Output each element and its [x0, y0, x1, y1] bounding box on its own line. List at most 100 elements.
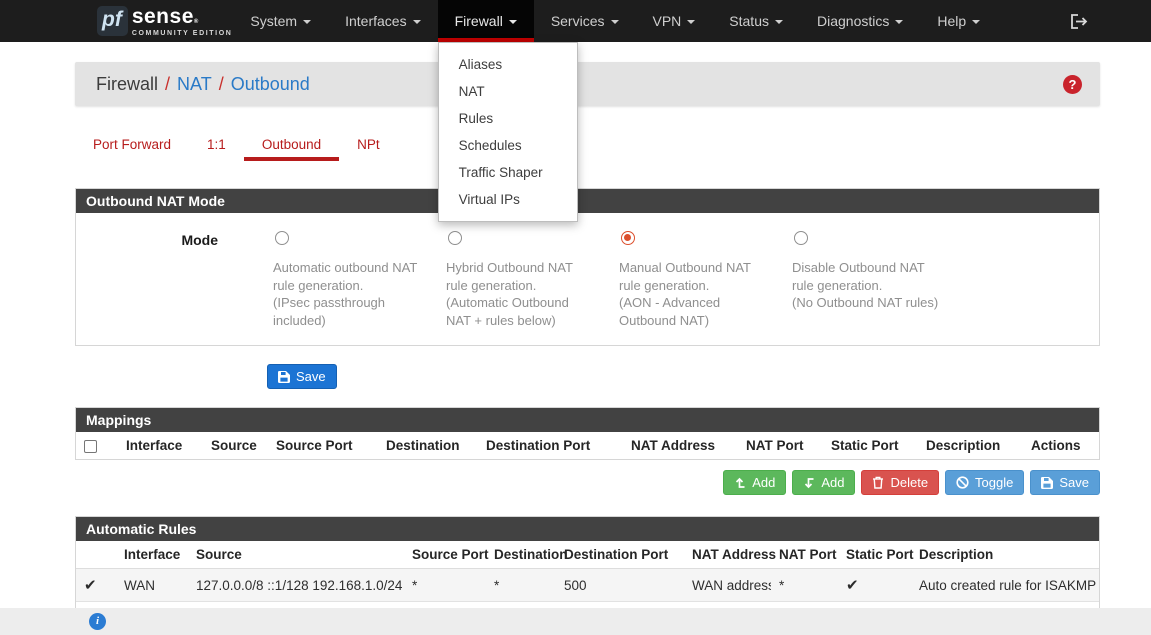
radio-disable[interactable] [794, 231, 808, 245]
col-source-port: Source Port [404, 541, 486, 569]
col-interface: Interface [118, 432, 203, 459]
info-icon[interactable]: i [89, 613, 106, 630]
ban-icon [956, 476, 969, 489]
floppy-icon [278, 371, 290, 383]
option-note: (No Outbound NAT rules) [792, 294, 941, 312]
cell-source-port: * [404, 569, 486, 602]
col-nat-address: NAT Address [684, 541, 771, 569]
chevron-down-icon [972, 20, 980, 24]
breadcrumb-outbound-link[interactable]: Outbound [231, 74, 310, 95]
nav-item-interfaces[interactable]: Interfaces [328, 0, 437, 42]
radio-manual-selected[interactable] [621, 231, 635, 245]
breadcrumb: Firewall / NAT / Outbound ? [75, 62, 1100, 106]
pfsense-logo[interactable]: pf sense® COMMUNITY EDITION [97, 0, 232, 42]
menu-item-traffic-shaper[interactable]: Traffic Shaper [439, 159, 577, 186]
nat-mode-option-disable: Disable Outbound NAT rule generation. (N… [780, 231, 953, 329]
mode-options: Automatic outbound NAT rule generation. … [261, 231, 953, 329]
nav-item-help[interactable]: Help [920, 0, 997, 42]
col-description: Description [911, 541, 1099, 569]
rule-enabled-check-icon: ✔ [84, 576, 97, 594]
nav-item-status[interactable]: Status [712, 0, 800, 42]
col-destination: Destination [486, 541, 556, 569]
mappings-panel: Mappings Interface Source Source Port De… [75, 407, 1100, 460]
static-port-check-icon: ✔ [846, 576, 859, 594]
menu-item-virtual-ips[interactable]: Virtual IPs [439, 186, 577, 213]
nav-item-diagnostics[interactable]: Diagnostics [800, 0, 920, 42]
add-rule-bottom-button[interactable]: Add [792, 470, 855, 495]
breadcrumb-firewall: Firewall [96, 74, 158, 95]
outbound-nat-mode-panel: Outbound NAT Mode Mode Automatic outboun… [75, 188, 1100, 346]
panel-title: Outbound NAT Mode [76, 189, 1099, 213]
select-all-checkbox[interactable] [84, 440, 97, 453]
col-actions: Actions [1023, 432, 1099, 459]
radio-automatic[interactable] [275, 231, 289, 245]
col-nat-port: NAT Port [738, 432, 823, 459]
chevron-down-icon [509, 20, 517, 24]
col-interface: Interface [116, 541, 188, 569]
option-note: (AON - Advanced Outbound NAT) [619, 294, 768, 329]
nav-item-firewall[interactable]: Firewall Aliases NAT Rules Schedules Tra… [438, 0, 534, 42]
breadcrumb-separator: / [165, 74, 170, 95]
tab-outbound[interactable]: Outbound [244, 130, 339, 161]
add-rule-top-button[interactable]: Add [723, 470, 786, 495]
arrow-level-up-icon [734, 477, 746, 489]
pfsense-logo-pf: pf [97, 6, 128, 36]
chevron-down-icon [895, 20, 903, 24]
firewall-dropdown-menu: Aliases NAT Rules Schedules Traffic Shap… [438, 42, 578, 222]
save-mappings-button[interactable]: Save [1030, 470, 1100, 495]
cell-source: 127.0.0.0/8 ::1/128 192.168.1.0/24 [188, 569, 404, 602]
cell-nat-address: WAN address [684, 569, 771, 602]
option-title: Disable Outbound NAT rule generation. [792, 259, 941, 294]
footer-bar: i [0, 608, 1151, 635]
nat-mode-option-automatic: Automatic outbound NAT rule generation. … [261, 231, 434, 329]
chevron-down-icon [303, 20, 311, 24]
cell-description: Auto created rule for ISAKMP [911, 569, 1099, 602]
nat-mode-option-hybrid: Hybrid Outbound NAT rule generation. (Au… [434, 231, 607, 329]
logout-icon[interactable] [1057, 0, 1100, 42]
col-nat-address: NAT Address [623, 432, 738, 459]
breadcrumb-nat-link[interactable]: NAT [177, 74, 212, 95]
nav-item-system[interactable]: System [233, 0, 328, 42]
nat-tabs: Port Forward 1:1 Outbound NPt [75, 130, 1100, 161]
cell-destination-port: 500 [556, 569, 684, 602]
pfsense-logo-sense: sense [132, 5, 194, 28]
arrow-level-down-icon [803, 477, 815, 489]
save-button[interactable]: Save [267, 364, 337, 389]
col-source: Source [188, 541, 404, 569]
tab-npt[interactable]: NPt [339, 130, 398, 161]
mappings-actions: Add Add Delete Toggle Save [75, 470, 1100, 495]
registered-mark: ® [194, 19, 199, 25]
breadcrumb-separator: / [219, 74, 224, 95]
option-title: Manual Outbound NAT rule generation. [619, 259, 768, 294]
cell-destination: * [486, 569, 556, 602]
radio-hybrid[interactable] [448, 231, 462, 245]
tab-port-forward[interactable]: Port Forward [75, 130, 189, 161]
nav-item-services[interactable]: Services [534, 0, 636, 42]
mappings-header-row: Interface Source Source Port Destination… [76, 432, 1099, 459]
automatic-rules-header-row: Interface Source Source Port Destination… [76, 541, 1099, 569]
col-destination-port: Destination Port [556, 541, 684, 569]
nav-item-vpn[interactable]: VPN [636, 0, 713, 42]
col-static-port: Static Port [823, 432, 918, 459]
menu-item-aliases[interactable]: Aliases [439, 51, 577, 78]
menu-item-nat[interactable]: NAT [439, 78, 577, 105]
cell-nat-port: * [771, 569, 838, 602]
option-note: (Automatic Outbound NAT + rules below) [446, 294, 595, 329]
tab-1-1[interactable]: 1:1 [189, 130, 244, 161]
table-row: ✔ WAN 127.0.0.0/8 ::1/128 192.168.1.0/24… [76, 569, 1099, 602]
mappings-table: Interface Source Source Port Destination… [76, 432, 1099, 459]
chevron-down-icon [611, 20, 619, 24]
help-icon[interactable]: ? [1063, 75, 1082, 94]
nat-mode-option-manual: Manual Outbound NAT rule generation. (AO… [607, 231, 780, 329]
col-source-port: Source Port [268, 432, 378, 459]
delete-button[interactable]: Delete [861, 470, 939, 495]
chevron-down-icon [775, 20, 783, 24]
option-note: (IPsec passthrough included) [273, 294, 422, 329]
col-source: Source [203, 432, 268, 459]
menu-item-rules[interactable]: Rules [439, 105, 577, 132]
floppy-icon [1041, 477, 1053, 489]
toggle-button[interactable]: Toggle [945, 470, 1024, 495]
top-navbar: pf sense® COMMUNITY EDITION System Inter… [0, 0, 1151, 42]
menu-item-schedules[interactable]: Schedules [439, 132, 577, 159]
main-menu: System Interfaces Firewall Aliases NAT R… [233, 0, 997, 42]
